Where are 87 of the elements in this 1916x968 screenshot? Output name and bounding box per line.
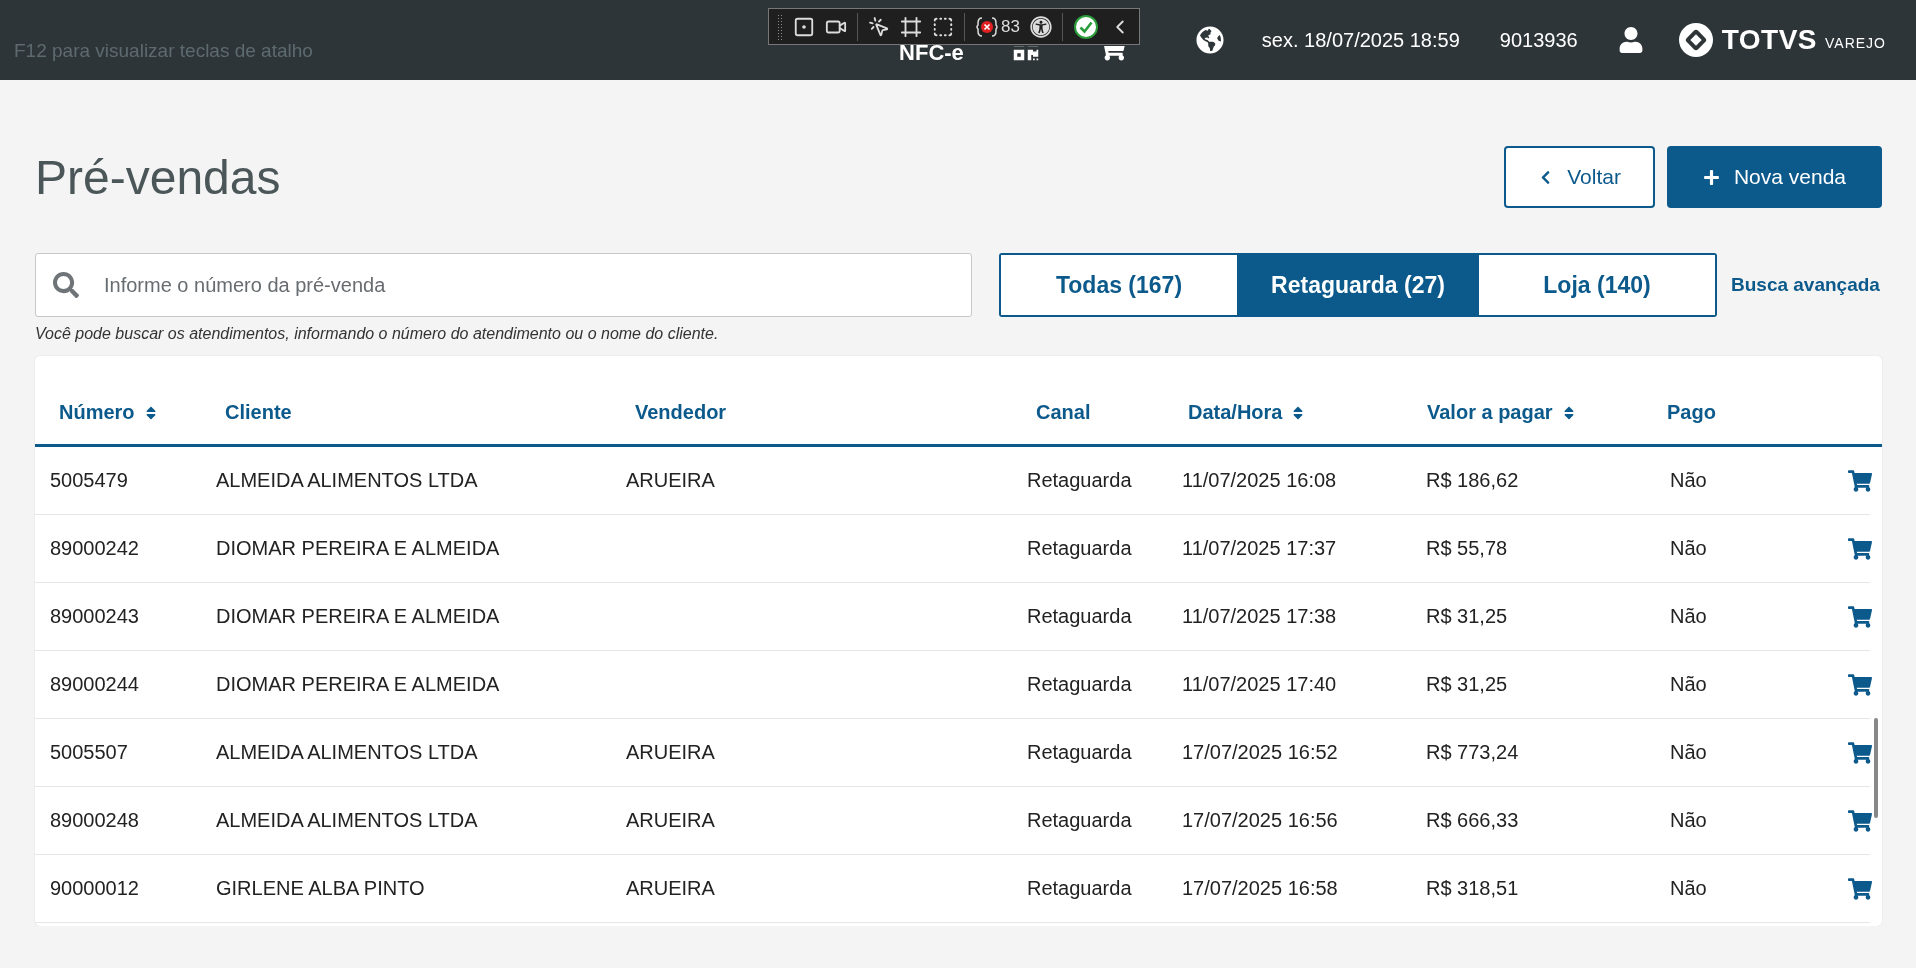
search-hint: Você pode buscar os atendimentos, informando o número do atendimento ou o nome do cliente. [35,325,720,343]
globe-icon[interactable] [1195,26,1224,54]
column-header[interactable]: Valor a pagar [1427,401,1667,424]
table-cell-text: 17/07/2025 16:58 [1181,877,1339,900]
table-cell-text: 5005479 [50,469,129,492]
error-icon[interactable] [975,14,999,39]
table-cell-text: Retaguarda [1027,673,1133,696]
table-cell-text: ALMEIDA ALIMENTOS LTDA [216,741,479,764]
column-header[interactable]: Data/Hora [1188,401,1427,424]
cart-icon[interactable] [1848,876,1872,901]
table-cell-text: Não [1669,605,1708,628]
filter-tab[interactable]: Retaguarda (27) [1237,255,1477,315]
advanced-search-link[interactable]: Busca avançada [1731,274,1880,296]
column-header: Vendedor [635,401,728,424]
table-cell-text: 11/07/2025 17:40 [1181,673,1338,696]
search-icon [53,272,79,298]
table-cell-text: Retaguarda [1027,537,1133,560]
search-field[interactable]: Informe o número da pré-venda [35,253,972,317]
terminal-number: 9013936 [1499,28,1578,52]
error-count: 83 [1001,16,1020,37]
table-cell-text: 89000244 [50,673,140,696]
column-header: Canal [1036,401,1092,424]
plus-icon [1702,168,1720,186]
accessibility-icon[interactable] [1029,15,1052,38]
shortcut-hint: F12 para visualizar teclas de atalho [14,40,313,62]
filter-tab[interactable]: Loja (140) [1477,255,1715,315]
table-cell-text: ARUEIRA [626,741,716,764]
brand-name: TOTVS [1721,24,1817,56]
table-cell-text: Não [1669,877,1708,900]
scrollbar[interactable] [1874,718,1878,818]
table-cell-text: Não [1669,537,1708,560]
table-cell-text: R$ 31,25 [1425,673,1509,696]
table-cell-text: 89000242 [50,537,140,560]
table-cell-text: R$ 773,24 [1425,741,1520,764]
back-button[interactable]: Voltar [1504,146,1655,208]
table-cell-text: Retaguarda [1027,605,1133,628]
column-header: Cliente [225,401,293,424]
table-cell-text: ARUEIRA [626,809,716,832]
table-cell-text: 89000243 [50,605,140,628]
column-header: Pago [1667,401,1717,424]
table-cell-text: Retaguarda [1027,469,1133,492]
table-cell-text: Retaguarda [1027,877,1133,900]
logo-icon [1677,22,1714,58]
table-cell-text: R$ 318,51 [1425,877,1520,900]
table-cell-text: 11/07/2025 17:38 [1181,605,1338,628]
cart-icon[interactable] [1848,672,1872,697]
table-cell-text: R$ 186,62 [1425,469,1520,492]
table-cell-text: 11/07/2025 16:08 [1181,469,1338,492]
table-cell-text: GIRLENE ALBA PINTO [216,877,426,900]
table-cell-text: 5005507 [50,741,129,764]
new-sale-button[interactable]: Nova venda [1666,146,1882,208]
table-cell-text: Não [1669,673,1708,696]
table-cell-text: ARUEIRA [626,877,716,900]
table-cell-text: Não [1669,469,1708,492]
table-cell-text: DIOMAR PEREIRA E ALMEIDA [216,605,501,628]
table-cell-text: Não [1669,809,1708,832]
date-time: sex. 18/07/2025 18:59 [1261,28,1460,52]
pointer-icon[interactable] [868,15,890,38]
table-cell-text: 90000012 [50,877,140,900]
table-cell-text: ALMEIDA ALIMENTOS LTDA [216,469,479,492]
selection-icon[interactable] [932,15,954,38]
cart-icon[interactable] [1848,604,1872,629]
brand-subtitle: VAREJO [1825,35,1886,51]
table-cell-text: R$ 31,25 [1425,605,1509,628]
check-icon[interactable] [1072,13,1099,40]
table-cell-text: Não [1669,741,1708,764]
column-header[interactable]: Número [59,401,225,424]
table-cell-text: Retaguarda [1027,809,1133,832]
table-cell-text: ALMEIDA ALIMENTOS LTDA [216,809,479,832]
cart-icon[interactable] [1848,536,1872,561]
cart-icon[interactable] [1848,740,1872,765]
table-cell-text: DIOMAR PEREIRA E ALMEIDA [216,537,501,560]
page-title: Pré-vendas [35,149,281,205]
table-cell-text: DIOMAR PEREIRA E ALMEIDA [216,673,501,696]
user-icon[interactable] [1617,27,1644,53]
cart-icon[interactable] [1848,468,1872,493]
table-cell-text: 17/07/2025 16:56 [1181,809,1339,832]
table-cell-text: ARUEIRA [626,469,716,492]
table-cell-text: 89000248 [50,809,140,832]
table-cell-text: 17/07/2025 16:52 [1181,741,1339,764]
cart-icon[interactable] [1848,808,1872,833]
table-cell-text: R$ 666,33 [1425,809,1520,832]
table-cell-text: 11/07/2025 17:37 [1181,537,1338,560]
module-label: NFC-e [899,40,964,66]
target-icon[interactable] [793,15,815,38]
table-cell-text: Retaguarda [1027,741,1133,764]
table-cell-text: R$ 55,78 [1425,537,1509,560]
